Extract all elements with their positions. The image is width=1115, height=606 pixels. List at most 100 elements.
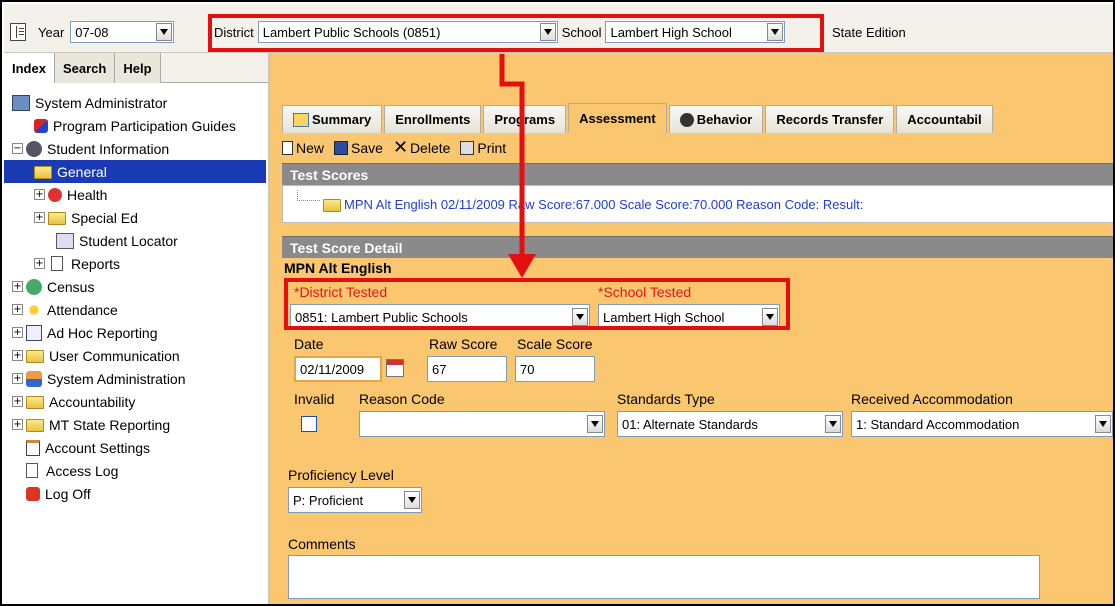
print-button[interactable]: Print xyxy=(460,140,506,156)
summary-icon xyxy=(293,112,309,127)
expand-icon[interactable]: + xyxy=(34,212,45,223)
student-icon xyxy=(26,140,42,157)
folder-icon xyxy=(34,166,52,179)
tree-item-label: Reports xyxy=(71,255,121,272)
tree-item-program-participation-guides[interactable]: Program Participation Guides xyxy=(4,114,268,137)
tree-item-account-settings[interactable]: Account Settings xyxy=(4,436,268,459)
health-icon xyxy=(48,187,62,202)
chevron-down-icon[interactable] xyxy=(767,23,784,41)
new-label: New xyxy=(296,140,325,156)
tree-item-label: MT State Reporting xyxy=(49,416,171,433)
proficiency-select[interactable]: P: Proficient xyxy=(288,487,422,513)
tab-help[interactable]: Help xyxy=(115,53,161,83)
standards-type-label: Standards Type xyxy=(617,391,715,407)
action-toolbar: New Save ✕ Delete Print xyxy=(282,137,516,159)
tree-item-student-information[interactable]: − Student Information xyxy=(4,137,268,160)
tab-accountability[interactable]: Accountabil xyxy=(896,105,993,133)
comments-textarea[interactable] xyxy=(288,555,1040,599)
tree-item-access-log[interactable]: Access Log xyxy=(4,459,268,482)
proficiency-label: Proficiency Level xyxy=(288,467,394,483)
test-score-entry[interactable]: MPN Alt English 02/11/2009 Raw Score:67.… xyxy=(283,186,1113,222)
tree-item-health[interactable]: + Health xyxy=(4,183,268,206)
year-value: 07-08 xyxy=(75,24,109,40)
tree-item-general[interactable]: General xyxy=(4,160,266,183)
year-select[interactable]: 07-08 xyxy=(70,21,175,43)
district-tested-select[interactable]: 0851: Lambert Public Schools xyxy=(290,304,590,330)
chevron-down-icon[interactable] xyxy=(572,308,588,326)
tree-item-system-administrator[interactable]: System Administrator xyxy=(4,91,268,114)
district-select[interactable]: Lambert Public Schools (0851) xyxy=(257,21,558,43)
raw-score-input[interactable]: 67 xyxy=(427,356,507,382)
test-scores-body: MPN Alt English 02/11/2009 Raw Score:67.… xyxy=(282,185,1113,223)
top-bar: Year 07-08 District Lambert Public Schoo… xyxy=(4,4,1113,53)
expand-icon[interactable]: + xyxy=(12,281,23,292)
chevron-down-icon[interactable] xyxy=(1095,415,1111,433)
tree-item-system-administration[interactable]: + System Administration xyxy=(4,367,268,390)
chevron-down-icon[interactable] xyxy=(539,23,556,41)
expand-icon[interactable]: + xyxy=(12,396,23,407)
settings-icon xyxy=(26,439,40,456)
tree-item-user-communication[interactable]: + User Communication xyxy=(4,344,268,367)
expand-icon[interactable]: + xyxy=(12,373,23,384)
tree-item-special-ed[interactable]: + Special Ed xyxy=(4,206,268,229)
district-tested-value: 0851: Lambert Public Schools xyxy=(295,309,468,325)
panel-toggle-icon[interactable] xyxy=(10,21,26,43)
collapse-icon[interactable]: − xyxy=(12,143,23,154)
tab-programs[interactable]: Programs xyxy=(483,105,567,133)
expand-icon[interactable]: + xyxy=(12,350,23,361)
tree-item-mt-state-reporting[interactable]: + MT State Reporting xyxy=(4,413,268,436)
app-window: Year 07-08 District Lambert Public Schoo… xyxy=(0,0,1115,606)
expand-icon[interactable]: + xyxy=(12,327,23,338)
tree-item-student-locator[interactable]: Student Locator xyxy=(4,229,268,252)
chevron-down-icon[interactable] xyxy=(156,23,173,41)
chevron-down-icon[interactable] xyxy=(762,308,778,326)
tree-item-label: General xyxy=(57,163,107,180)
scale-score-label: Scale Score xyxy=(517,336,593,352)
standards-type-select[interactable]: 01: Alternate Standards xyxy=(617,411,843,437)
document-icon xyxy=(51,256,63,271)
tree-item-label: Log Off xyxy=(45,485,91,502)
district-value: Lambert Public Schools (0851) xyxy=(262,24,441,40)
tab-assessment[interactable]: Assessment xyxy=(568,103,667,133)
reason-code-select[interactable] xyxy=(359,411,605,437)
tab-search[interactable]: Search xyxy=(54,53,116,83)
tree-item-log-off[interactable]: Log Off xyxy=(4,482,268,505)
tab-records-transfer[interactable]: Records Transfer xyxy=(765,105,895,133)
scale-score-input[interactable]: 70 xyxy=(515,356,595,382)
folder-icon xyxy=(26,396,44,409)
calendar-icon[interactable] xyxy=(386,359,404,377)
tab-label: Behavior xyxy=(696,112,753,127)
chevron-down-icon[interactable] xyxy=(825,415,841,433)
date-input[interactable]: 02/11/2009 xyxy=(294,356,382,382)
tree-item-label: Access Log xyxy=(46,462,119,479)
chevron-down-icon[interactable] xyxy=(587,415,603,433)
expand-icon[interactable]: + xyxy=(12,304,23,315)
expand-icon[interactable]: + xyxy=(34,189,45,200)
behavior-icon xyxy=(679,112,694,127)
tab-index[interactable]: Index xyxy=(4,53,55,83)
tab-bar: Summary Enrollments Programs Assessment … xyxy=(282,103,995,133)
tree-item-accountability[interactable]: + Accountability xyxy=(4,390,268,413)
tree-item-ad-hoc-reporting[interactable]: + Ad Hoc Reporting xyxy=(4,321,268,344)
school-tested-select[interactable]: Lambert High School xyxy=(598,304,780,330)
save-button[interactable]: Save xyxy=(334,140,383,156)
tree-item-reports[interactable]: + Reports xyxy=(4,252,268,275)
tree-item-attendance[interactable]: + Attendance xyxy=(4,298,268,321)
chevron-down-icon[interactable] xyxy=(404,491,420,509)
new-button[interactable]: New xyxy=(282,140,324,156)
document-icon xyxy=(26,463,38,478)
tree-item-label: Special Ed xyxy=(71,209,138,226)
tab-behavior[interactable]: Behavior xyxy=(668,105,764,133)
tab-summary[interactable]: Summary xyxy=(282,105,383,133)
delete-button[interactable]: ✕ Delete xyxy=(393,139,450,157)
expand-icon[interactable]: + xyxy=(12,419,23,430)
tree-item-census[interactable]: + Census xyxy=(4,275,268,298)
folder-icon xyxy=(323,198,341,212)
expand-icon[interactable]: + xyxy=(34,258,45,269)
received-accommodation-select[interactable]: 1: Standard Accommodation xyxy=(851,411,1113,437)
comments-label: Comments xyxy=(288,536,356,552)
tab-enrollments[interactable]: Enrollments xyxy=(384,105,482,133)
tree-item-label: System Administrator xyxy=(35,94,168,111)
invalid-checkbox[interactable] xyxy=(301,416,317,432)
school-select[interactable]: Lambert High School xyxy=(605,21,786,43)
